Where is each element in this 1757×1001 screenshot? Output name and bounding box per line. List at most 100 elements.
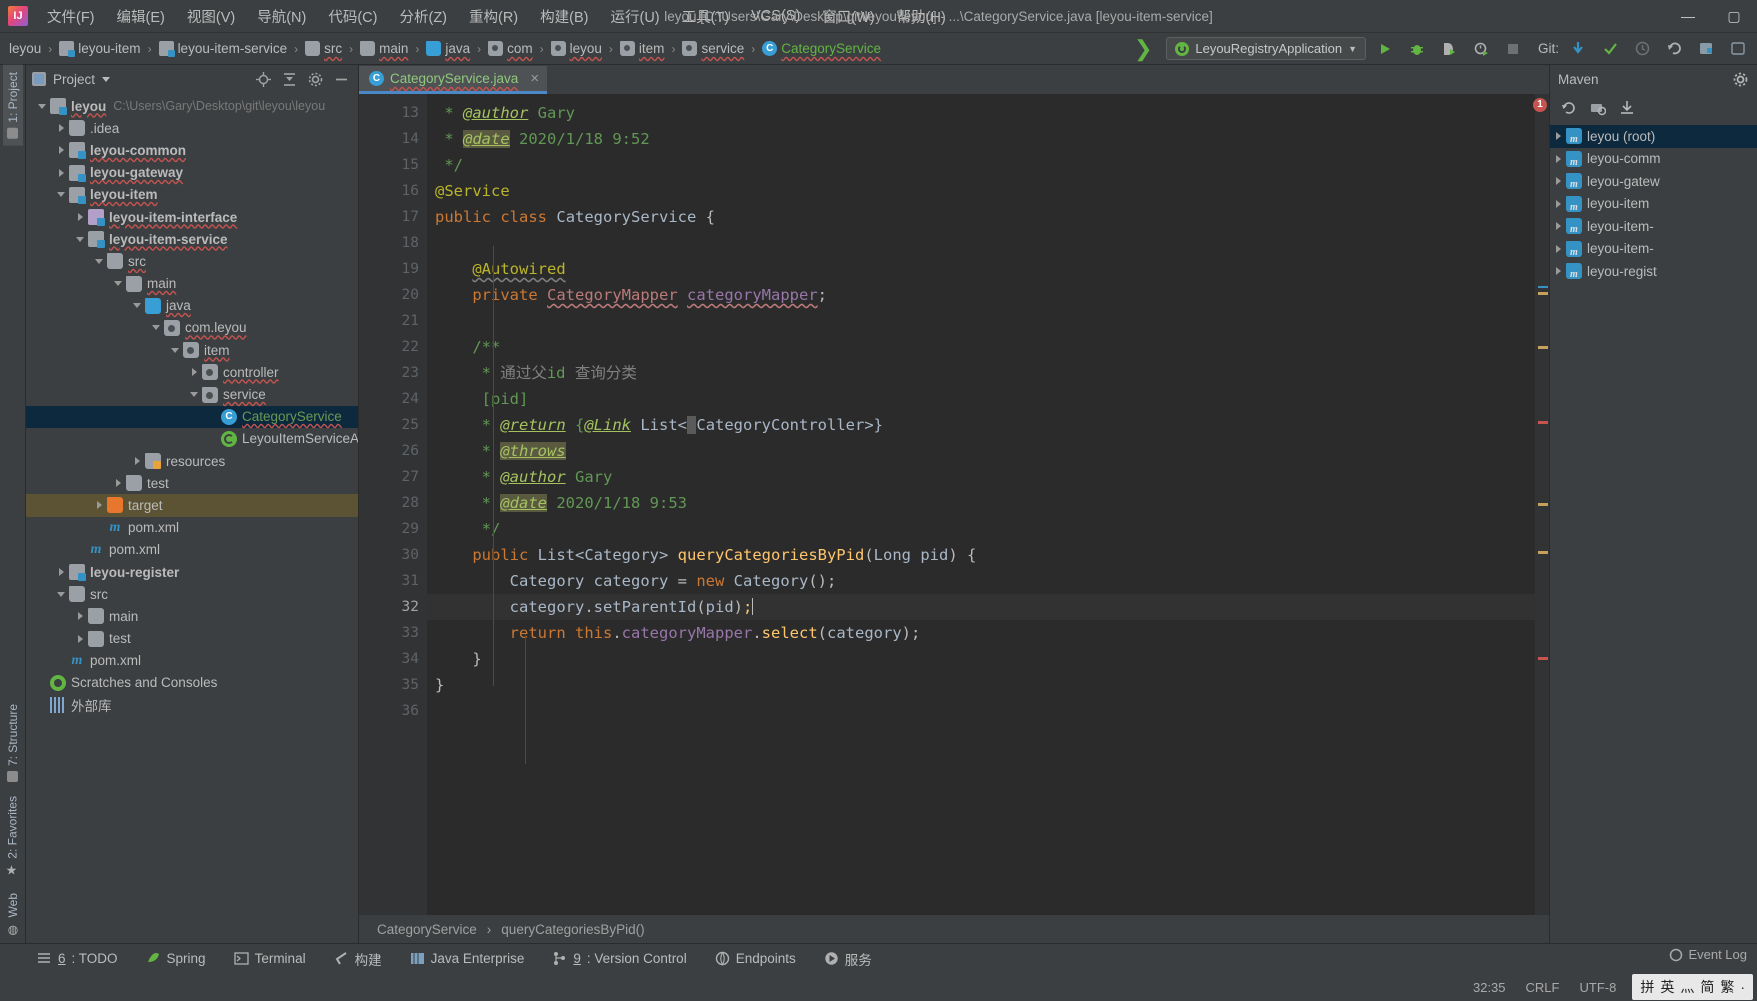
chevron-right-icon[interactable] (110, 479, 126, 488)
code-editor[interactable]: * @author Gary * @date 2020/1/18 9:52 */… (427, 94, 1535, 915)
close-icon[interactable]: × (530, 70, 539, 87)
run-with-coverage-icon[interactable] (1436, 37, 1462, 61)
tree-item-leyou-common[interactable]: leyou-common (26, 139, 358, 161)
locate-icon[interactable] (255, 71, 272, 88)
project-tree[interactable]: leyou C:\Users\Gary\Desktop\git\leyou\ley… (26, 93, 358, 943)
chevron-down-icon[interactable] (34, 103, 50, 109)
tree-item-service[interactable]: service (26, 383, 358, 405)
sidebar-item-web[interactable]: ◍ Web (3, 886, 23, 943)
menu-item-1[interactable]: 编辑(E) (106, 2, 176, 31)
breadcrumb-item-leyou[interactable]: leyou (4, 39, 46, 58)
settings-icon[interactable] (1693, 37, 1719, 61)
breadcrumb-item-com[interactable]: com (483, 39, 538, 58)
code-line-16[interactable]: @Service (427, 178, 1535, 204)
tree-item-leyouitemserviceapplic[interactable]: LeyouItemServiceApplic (26, 428, 358, 450)
tree-item-item[interactable]: item (26, 339, 358, 361)
breadcrumb-item-leyou-item[interactable]: leyou-item (54, 39, 145, 58)
warning-marker[interactable] (1538, 503, 1548, 506)
add-maven-project-icon[interactable] (1589, 100, 1606, 117)
line-number-23[interactable]: 23 (359, 360, 427, 386)
breadcrumb-item-service[interactable]: service (677, 39, 749, 58)
tree-item-target[interactable]: target (26, 494, 358, 517)
code-line-18[interactable] (427, 230, 1535, 256)
maven-item-leyou-item[interactable]: leyou-item (1550, 193, 1757, 216)
code-line-29[interactable]: */ (427, 516, 1535, 542)
tool-window-endpoints[interactable]: Endpoints (712, 949, 799, 968)
ime-item-5[interactable]: · (1740, 979, 1745, 995)
chevron-right-icon[interactable] (1550, 199, 1566, 208)
menu-item-11[interactable]: 窗口(W) (811, 2, 885, 31)
maven-tree[interactable]: leyou (root) leyou-comm leyou-gatew leyou-i… (1550, 123, 1757, 943)
breadcrumb-class[interactable]: CategoryService (373, 920, 481, 939)
line-number-27[interactable]: 27 (359, 464, 427, 490)
chevron-right-icon[interactable] (53, 124, 69, 133)
chevron-down-icon[interactable] (53, 591, 69, 597)
tree-item-leyou-item[interactable]: leyou-item (26, 184, 358, 206)
chevron-down-icon[interactable] (186, 392, 202, 398)
line-number-28[interactable]: 28 (359, 490, 427, 516)
download-sources-icon[interactable] (1618, 100, 1635, 117)
line-number-gutter[interactable]: 13 14 15 16 17 18 19 20 21 22 23 24 25 26 27 28 29 30 31 32… (359, 94, 442, 915)
breadcrumb-item-src[interactable]: src (300, 39, 347, 58)
breadcrumb-item-item[interactable]: item (615, 39, 670, 58)
menu-item-8[interactable]: 运行(U) (599, 2, 670, 31)
tree-item-src[interactable]: src (26, 583, 358, 605)
line-number-15[interactable]: 15 (359, 152, 440, 178)
maven-item-leyou-item-[interactable]: leyou-item- (1550, 215, 1757, 238)
chevron-right-icon[interactable] (129, 457, 145, 466)
error-marker-stripe[interactable]: 1 (1533, 94, 1549, 915)
menu-item-10[interactable]: VCS(S) (740, 4, 811, 28)
maven-item-leyou-root-[interactable]: leyou (root) (1550, 125, 1757, 148)
line-number-22[interactable]: 22 (359, 334, 441, 360)
ime-item-2[interactable]: 灬 (1680, 977, 1694, 997)
event-log-button[interactable]: Event Log (1669, 947, 1747, 962)
chevron-right-icon[interactable] (72, 634, 88, 643)
gear-icon[interactable] (307, 71, 324, 88)
menu-item-3[interactable]: 导航(N) (246, 2, 317, 31)
line-number-13[interactable]: 13 (359, 100, 427, 126)
ime-item-3[interactable]: 简 (1700, 977, 1714, 997)
line-number-21[interactable]: 21 (359, 308, 427, 334)
tree-item-test[interactable]: test (26, 472, 358, 494)
chevron-down-icon[interactable] (167, 347, 183, 353)
chevron-right-icon[interactable] (1550, 267, 1566, 276)
code-line-34[interactable]: } (427, 646, 1535, 672)
chevron-right-icon[interactable] (91, 501, 107, 510)
line-number-26[interactable]: 26 (359, 438, 427, 464)
warning-marker[interactable] (1538, 551, 1548, 554)
caret-position[interactable]: 32:35 (1463, 980, 1516, 995)
line-separator[interactable]: CRLF (1516, 980, 1570, 995)
chevron-down-icon[interactable] (148, 325, 164, 331)
menu-item-6[interactable]: 重构(R) (458, 2, 529, 31)
error-marker[interactable] (1538, 421, 1548, 424)
maven-item-leyou-comm[interactable]: leyou-comm (1550, 148, 1757, 171)
tool-window-javaenterprise[interactable]: Java Enterprise (407, 949, 528, 968)
code-line-31[interactable]: Category category = new Category(); (427, 568, 1535, 594)
maven-item-leyou-gatew[interactable]: leyou-gatew (1550, 170, 1757, 193)
run-configuration-selector[interactable]: LeyouRegistryApplication ▼ (1166, 37, 1366, 60)
chevron-right-icon[interactable] (1550, 132, 1566, 141)
code-line-24[interactable]: [pid] (427, 386, 1535, 412)
error-marker[interactable] (1538, 657, 1548, 660)
collapse-all-icon[interactable] (281, 71, 298, 88)
tool-window-服务[interactable]: 服务 (821, 947, 875, 971)
code-line-19[interactable]: @Autowired (427, 256, 1535, 282)
line-number-31[interactable]: 31 (359, 568, 427, 594)
code-line-33[interactable]: return this.categoryMapper.select(catego… (427, 620, 1535, 646)
tool-window-todo[interactable]: 6: TODO (34, 949, 121, 968)
tree-item-scratches-and-consoles[interactable]: Scratches and Consoles (26, 672, 358, 694)
code-line-36[interactable] (427, 698, 1535, 724)
breadcrumb-item-java[interactable]: java (421, 39, 475, 58)
code-line-32[interactable]: category.setParentId(pid); (427, 594, 1535, 620)
tree-item--idea[interactable]: .idea (26, 117, 358, 139)
breadcrumb-method[interactable]: queryCategoriesByPid() (497, 920, 648, 939)
minimize-button[interactable]: — (1665, 0, 1711, 32)
breadcrumb-item-categoryservice[interactable]: C CategoryService (757, 39, 886, 58)
sidebar-item-favorites[interactable]: ★ 2: Favorites (2, 789, 23, 886)
chevron-down-icon[interactable] (53, 192, 69, 198)
menu-item-2[interactable]: 视图(V) (176, 2, 246, 31)
code-line-23[interactable]: * 通过父id 查询分类 (427, 360, 1535, 386)
chevron-down-icon[interactable] (72, 236, 88, 242)
menu-item-4[interactable]: 代码(C) (317, 2, 388, 31)
ime-item-1[interactable]: 英 (1660, 977, 1674, 997)
